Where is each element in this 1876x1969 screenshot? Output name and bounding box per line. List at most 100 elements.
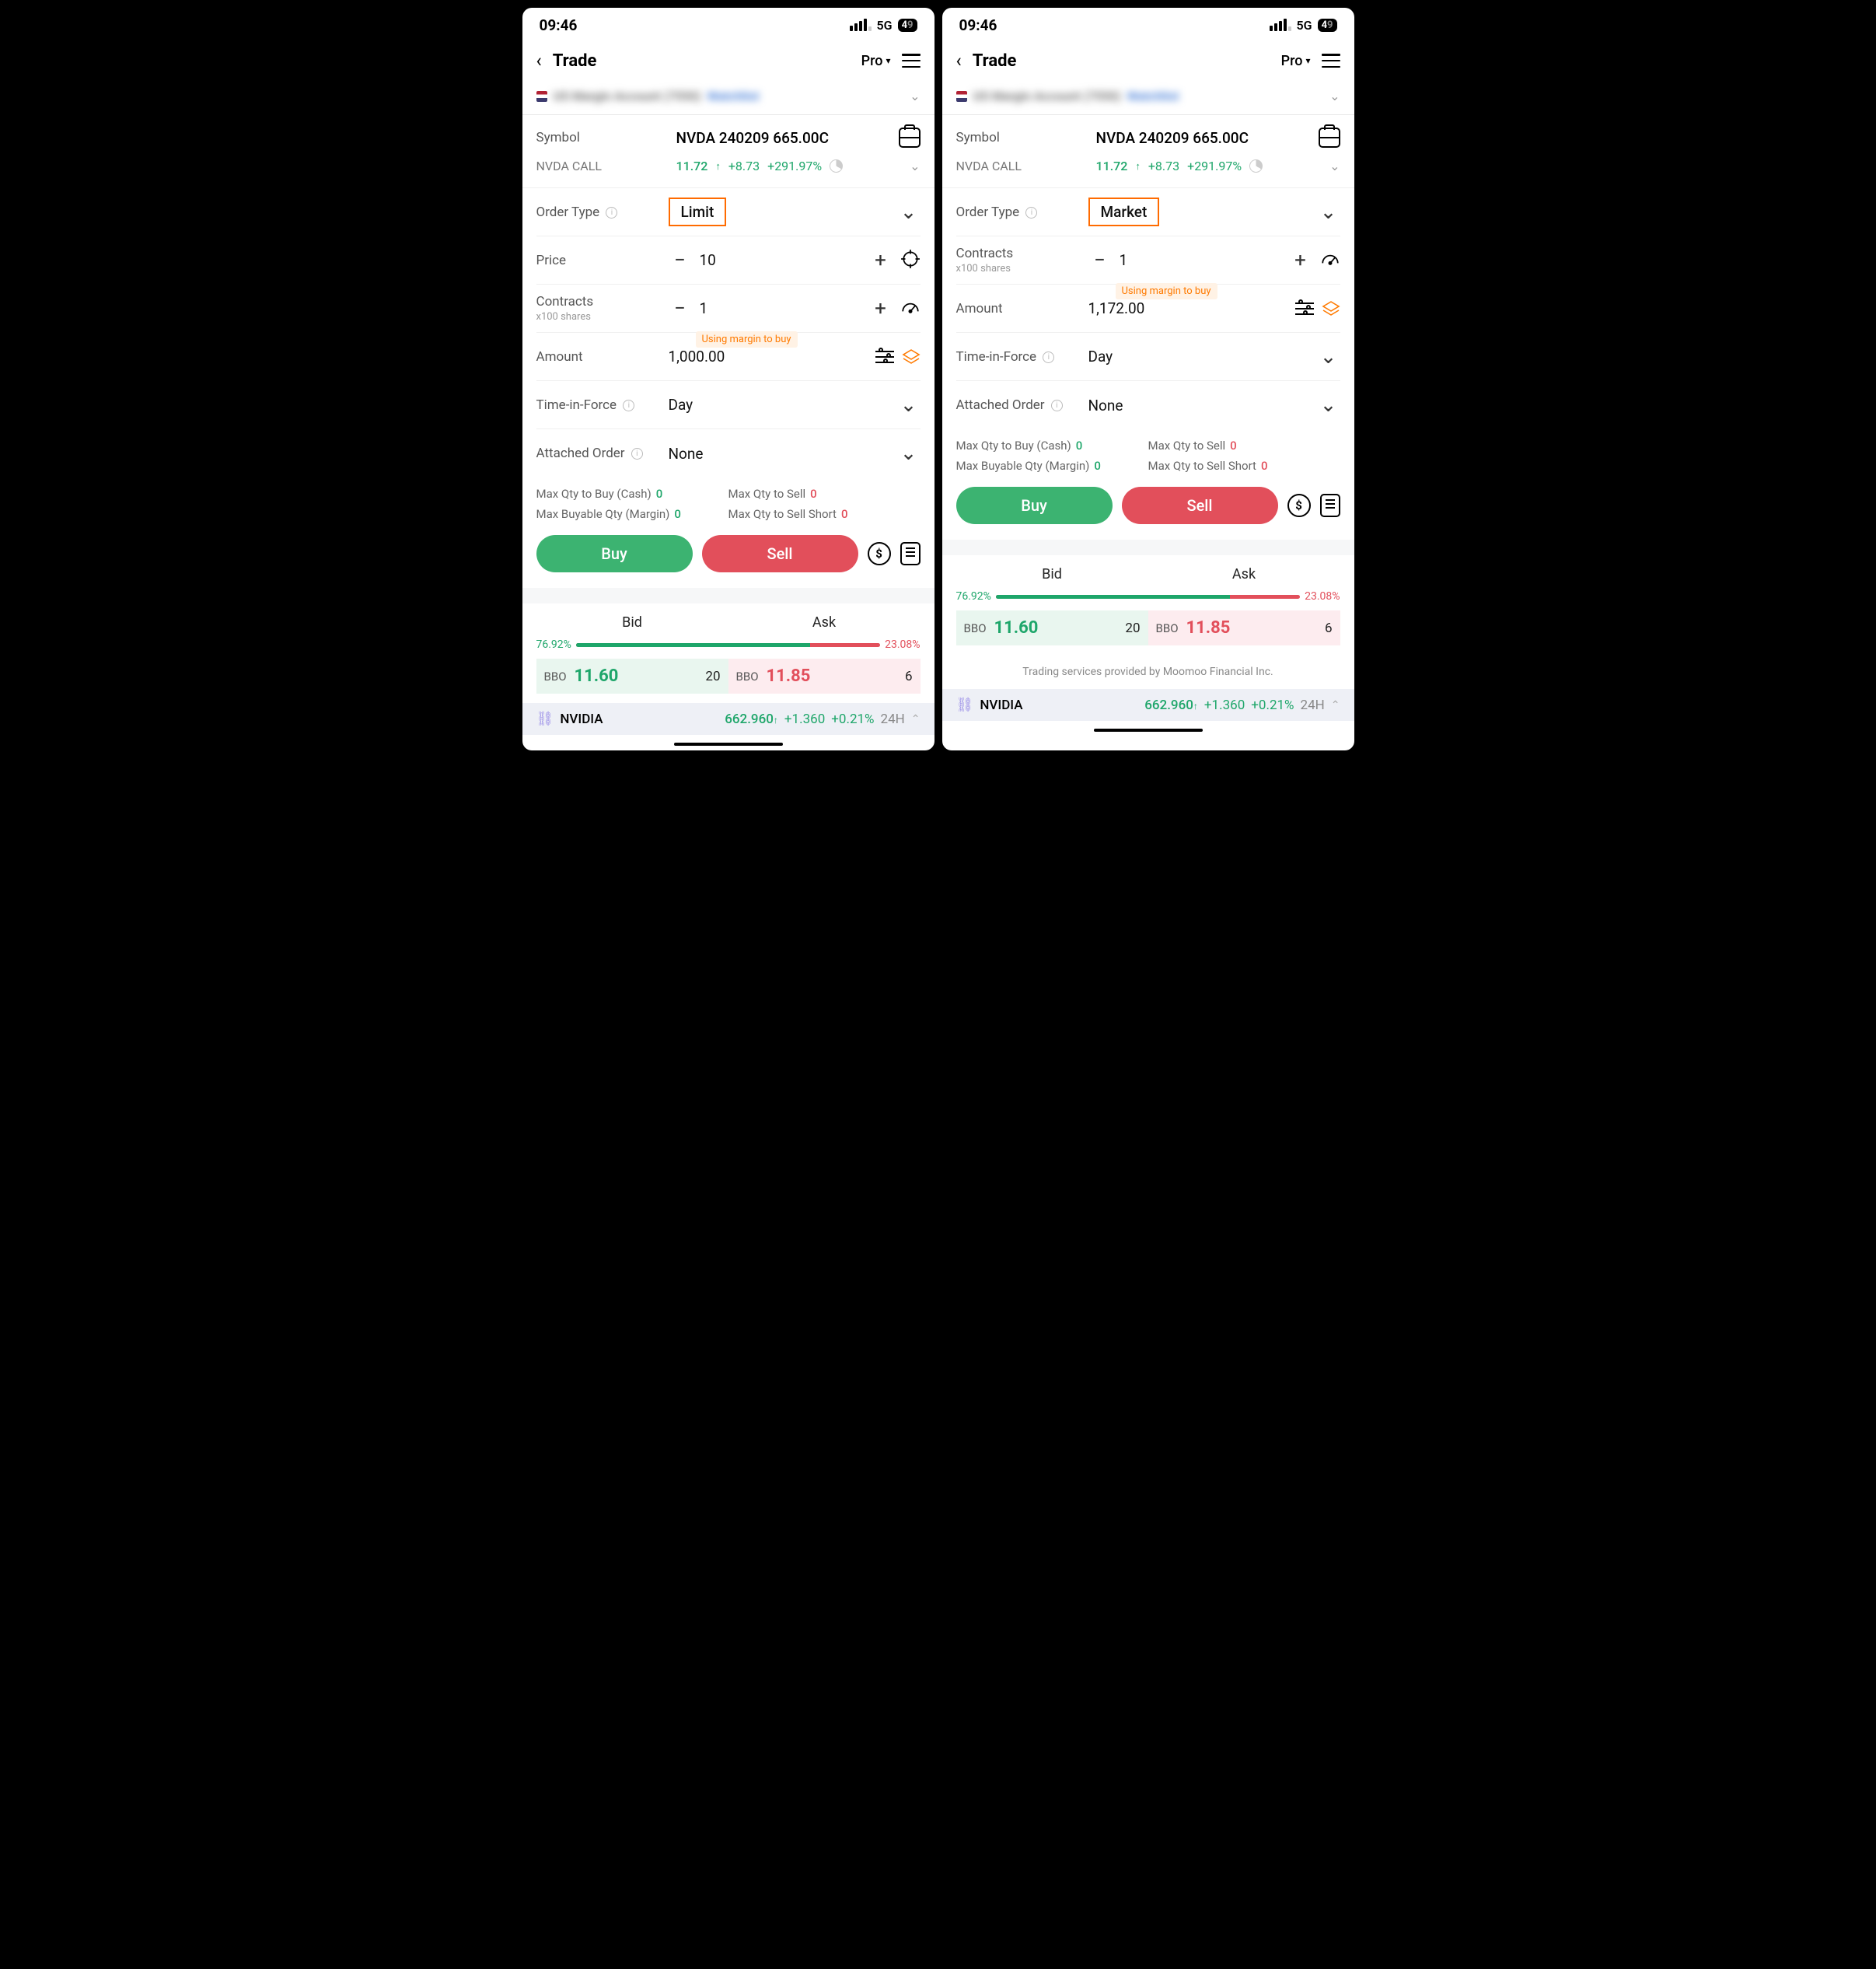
link-icon: ⛓ bbox=[956, 697, 974, 713]
info-icon[interactable]: i bbox=[606, 207, 617, 219]
plus-button[interactable]: + bbox=[869, 297, 893, 320]
buy-button[interactable]: Buy bbox=[956, 487, 1113, 524]
plus-button[interactable]: + bbox=[1289, 249, 1312, 272]
ticker-time: 24H bbox=[881, 712, 905, 727]
info-icon[interactable]: i bbox=[623, 400, 634, 411]
account-selector[interactable]: US Margin Account (7550) Watchlist ⌄ bbox=[522, 82, 935, 115]
symbol-row: Symbol NVDA 240209 665.00C bbox=[522, 115, 935, 156]
info-icon[interactable]: i bbox=[1051, 400, 1063, 411]
contracts-label: Contracts bbox=[536, 294, 669, 310]
currency-swap-icon[interactable]: $ bbox=[868, 542, 891, 565]
attached-order-row[interactable]: Attached Order i None ⌄ bbox=[956, 381, 1340, 429]
bid-qty: 20 bbox=[1125, 621, 1140, 636]
amount-value[interactable]: 1,172.00 bbox=[1088, 299, 1287, 317]
buy-button[interactable]: Buy bbox=[536, 535, 693, 572]
order-type-value[interactable]: Market bbox=[1088, 198, 1160, 226]
nav-bar: ‹ Trade Pro▾ bbox=[942, 42, 1354, 82]
chevron-down-icon: ⌄ bbox=[897, 393, 921, 417]
symbol-value[interactable]: NVDA 240209 665.00C bbox=[1096, 129, 1311, 147]
symbol-value[interactable]: NVDA 240209 665.00C bbox=[676, 129, 891, 147]
tif-row[interactable]: Time-in-Force i Day ⌄ bbox=[956, 333, 1340, 381]
ratio-bar: 76.92% 23.08% bbox=[522, 635, 935, 659]
bidask-header: Bid Ask bbox=[942, 555, 1354, 587]
back-icon[interactable]: ‹ bbox=[536, 50, 542, 72]
crosshair-icon[interactable] bbox=[900, 249, 921, 272]
attached-label: Attached Order i bbox=[956, 397, 1088, 413]
flag-icon bbox=[536, 91, 547, 102]
sliders-icon[interactable] bbox=[875, 349, 894, 365]
ticker-change: +1.360 bbox=[784, 712, 825, 727]
bbo-bid[interactable]: BBO 11.60 20 bbox=[956, 610, 1148, 645]
layers-icon[interactable] bbox=[1322, 299, 1340, 318]
tif-row[interactable]: Time-in-Force i Day ⌄ bbox=[536, 381, 921, 429]
ticker-time: 24H bbox=[1301, 698, 1325, 713]
chevron-down-icon[interactable]: ⌄ bbox=[910, 159, 920, 173]
info-icon[interactable]: i bbox=[631, 448, 643, 460]
layers-icon[interactable] bbox=[902, 348, 921, 366]
pro-toggle[interactable]: Pro▾ bbox=[861, 53, 891, 69]
chevron-down-icon[interactable]: ⌄ bbox=[1317, 201, 1340, 224]
plus-button[interactable]: + bbox=[869, 249, 893, 272]
call-pct: +291.97% bbox=[767, 159, 822, 173]
ticker-bar[interactable]: ⛓ NVIDIA 662.960↑ +1.360 +0.21% 24H ⌃ bbox=[942, 689, 1354, 721]
minus-button[interactable]: − bbox=[669, 297, 692, 320]
chevron-down-icon[interactable]: ⌄ bbox=[897, 201, 921, 224]
order-list-icon[interactable] bbox=[900, 542, 921, 565]
call-pct: +291.97% bbox=[1187, 159, 1242, 173]
sliders-icon[interactable] bbox=[1295, 301, 1314, 317]
chevron-down-icon[interactable]: ⌄ bbox=[1329, 159, 1340, 173]
gauge-icon[interactable] bbox=[900, 297, 921, 320]
bbo-ask[interactable]: BBO 11.85 6 bbox=[1148, 610, 1340, 645]
tif-label: Time-in-Force i bbox=[536, 397, 669, 413]
status-bar: 09:46 5G 49 bbox=[522, 8, 935, 42]
menu-icon[interactable] bbox=[1322, 54, 1340, 68]
ticker-bar[interactable]: ⛓ NVIDIA 662.960↑ +1.360 +0.21% 24H ⌃ bbox=[522, 703, 935, 735]
disclaimer: Trading services provided by Moomoo Fina… bbox=[942, 655, 1354, 689]
symbol-label: Symbol bbox=[956, 130, 1088, 145]
ask-pct: 23.08% bbox=[1305, 590, 1340, 603]
status-time: 09:46 bbox=[959, 16, 997, 34]
briefcase-icon[interactable] bbox=[899, 128, 921, 148]
bid-price: 11.60 bbox=[994, 618, 1039, 638]
tif-value: Day bbox=[669, 396, 889, 414]
order-type-value[interactable]: Limit bbox=[669, 198, 727, 226]
chevron-down-icon: ⌄ bbox=[1317, 345, 1340, 369]
symbol-row: Symbol NVDA 240209 665.00C bbox=[942, 115, 1354, 156]
bbo-bid[interactable]: BBO 11.60 20 bbox=[536, 659, 728, 694]
flag-icon bbox=[956, 91, 967, 102]
margin-badge: Using margin to buy bbox=[696, 331, 798, 348]
order-type-row[interactable]: Order Type i Limit ⌄ bbox=[536, 188, 921, 236]
sell-button[interactable]: Sell bbox=[1122, 487, 1278, 524]
price-input[interactable]: 10 bbox=[700, 251, 861, 269]
order-type-row[interactable]: Order Type i Market ⌄ bbox=[956, 188, 1340, 236]
contracts-input[interactable]: 1 bbox=[1120, 251, 1281, 269]
back-icon[interactable]: ‹ bbox=[956, 50, 962, 72]
bbo-ask[interactable]: BBO 11.85 6 bbox=[728, 659, 921, 694]
minus-button[interactable]: − bbox=[669, 249, 692, 272]
menu-icon[interactable] bbox=[902, 54, 921, 68]
currency-swap-icon[interactable]: $ bbox=[1287, 494, 1311, 517]
account-selector[interactable]: US Margin Account (7550) Watchlist ⌄ bbox=[942, 82, 1354, 115]
gauge-icon[interactable] bbox=[1320, 249, 1340, 272]
minus-button[interactable]: − bbox=[1088, 249, 1112, 272]
qty-limits: Max Qty to Buy (Cash)0 Max Qty to Sell0 … bbox=[522, 477, 935, 530]
ask-qty: 6 bbox=[1325, 621, 1333, 636]
contracts-row: Contractsx100 shares − 1 + bbox=[536, 285, 921, 333]
ratio-bar: 76.92% 23.08% bbox=[942, 587, 1354, 610]
order-form: Order Type i Market ⌄ Contractsx100 shar… bbox=[942, 188, 1354, 429]
order-type-label: Order Type i bbox=[956, 205, 1088, 220]
amount-value[interactable]: 1,000.00 bbox=[669, 348, 868, 365]
contracts-input[interactable]: 1 bbox=[700, 299, 861, 317]
bid-header: Bid bbox=[536, 614, 728, 631]
ask-price: 11.85 bbox=[767, 666, 811, 686]
pro-toggle[interactable]: Pro▾ bbox=[1281, 53, 1311, 69]
contracts-label: Contracts bbox=[956, 246, 1088, 261]
order-list-icon[interactable] bbox=[1320, 494, 1340, 517]
attached-order-row[interactable]: Attached Order i None ⌄ bbox=[536, 429, 921, 477]
info-icon[interactable]: i bbox=[1025, 207, 1037, 219]
briefcase-icon[interactable] bbox=[1319, 128, 1340, 148]
info-icon[interactable]: i bbox=[1043, 351, 1054, 363]
sell-button[interactable]: Sell bbox=[702, 535, 858, 572]
symbol-label: Symbol bbox=[536, 130, 669, 145]
bid-header: Bid bbox=[956, 566, 1148, 582]
